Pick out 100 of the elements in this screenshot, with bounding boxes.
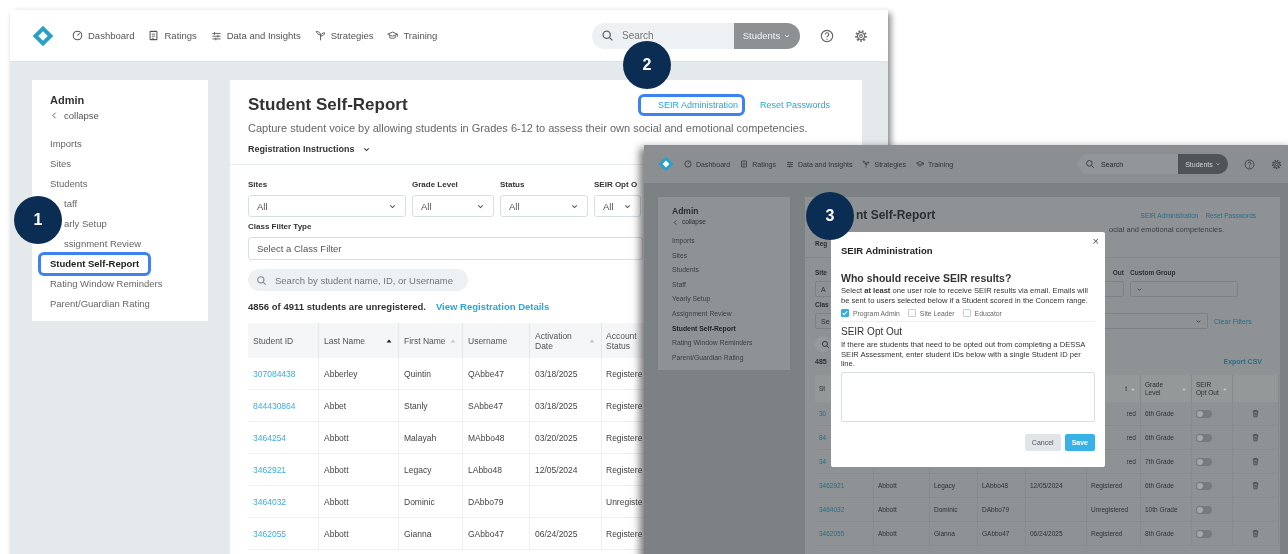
table-cell: Gianna <box>404 528 432 539</box>
sidebar-item[interactable]: Students <box>50 174 88 194</box>
sort-arrow-icon <box>1130 385 1136 392</box>
table-cell: Abbott <box>324 496 349 507</box>
filter-label: Sites <box>248 179 268 191</box>
sort-arrow-icon <box>1181 385 1187 392</box>
student-search-field[interactable] <box>815 336 831 352</box>
student-search-field[interactable]: Search by student name, ID, or Username <box>248 269 468 291</box>
sidebar-item[interactable]: taff <box>64 194 78 214</box>
sidebar-item[interactable]: ssignment Review <box>64 234 142 254</box>
filter-select[interactable]: All <box>500 195 588 217</box>
instructions-toggle[interactable]: Registration Instructions <box>248 142 371 156</box>
page-title: nt Self-Report <box>856 207 936 223</box>
table-cell: Registere <box>606 528 643 539</box>
opt-out-toggle[interactable] <box>1196 529 1212 538</box>
nav-link[interactable]: Training <box>387 30 438 41</box>
sidebar-item[interactable]: arly Setup <box>64 214 107 234</box>
close-button[interactable]: × <box>1092 235 1099 247</box>
registration-details-link[interactable]: View Registration Details <box>435 301 550 313</box>
table-cell: 03/20/2025 <box>535 432 578 443</box>
search-input[interactable]: Search <box>622 30 662 41</box>
sort-arrow-icon <box>1222 385 1228 392</box>
nav-link[interactable]: Data and Insights <box>210 30 301 41</box>
sidebar-title: Admin <box>672 206 700 217</box>
table-cell: Registere <box>606 368 643 379</box>
sliders-icon <box>210 30 222 41</box>
student-ids-input[interactable] <box>841 371 1095 422</box>
clipboard-icon <box>740 160 749 168</box>
help-icon[interactable] <box>820 28 834 43</box>
filter-label: SEIR Opt O <box>594 179 638 191</box>
table-cell: 12/05/2024 <box>535 464 578 475</box>
registration-summary: 4856 of 4911 students are unregistered. <box>248 301 426 313</box>
filter-select[interactable]: All <box>412 195 494 217</box>
help-icon[interactable] <box>1244 158 1255 170</box>
settings-icon[interactable] <box>854 28 868 43</box>
settings-icon[interactable] <box>1271 158 1282 170</box>
sidebar-item[interactable]: Imports <box>50 134 82 154</box>
scope-dropdown[interactable]: Students <box>734 22 800 49</box>
filter-label: Class Filter Type <box>248 221 312 233</box>
column-header[interactable]: First Name <box>398 323 463 358</box>
search-icon <box>256 274 267 286</box>
logo-icon[interactable] <box>32 24 54 47</box>
checkbox[interactable] <box>962 309 971 317</box>
check-icon <box>841 309 849 317</box>
student-id-link[interactable]: 3464254 <box>253 432 287 443</box>
column-header[interactable]: Username <box>462 323 530 358</box>
table-cell: Abberley <box>324 368 358 379</box>
trash-icon[interactable] <box>1251 456 1260 466</box>
table-cell: GAbbo47 <box>468 528 504 539</box>
clipboard-icon <box>148 30 160 41</box>
nav-link[interactable]: Dashboard <box>72 30 135 41</box>
student-search-input[interactable]: Search by student name, ID, or Username <box>275 274 465 286</box>
filter-select[interactable]: All <box>248 195 406 217</box>
sidebar-item[interactable]: Sites <box>50 154 72 174</box>
opt-out-toggle[interactable] <box>1196 457 1212 466</box>
sidebar-item[interactable]: Rating Window Reminders <box>50 274 163 294</box>
chevron-down-icon <box>1214 161 1221 167</box>
opt-out-toggle[interactable] <box>1196 409 1212 418</box>
graduation-cap-icon <box>387 30 399 41</box>
class-filter-select[interactable]: Select a Class Filter <box>248 237 643 260</box>
collapse-link[interactable]: collapse <box>50 108 190 123</box>
trash-icon[interactable] <box>1251 480 1260 490</box>
table-cell: Legacy <box>404 464 432 475</box>
table-cell: 03/18/2025 <box>535 368 578 379</box>
table-cell: Dominic <box>404 496 435 507</box>
sprout-icon <box>862 160 871 168</box>
table-cell: SAbbe47 <box>468 400 503 411</box>
nav-link[interactable]: Ratings <box>148 30 197 41</box>
table-cell: Abbet <box>324 400 347 411</box>
table-cell: Abbott <box>324 464 349 475</box>
trash-icon[interactable] <box>1251 408 1260 418</box>
student-id-link[interactable]: 844430864 <box>253 400 296 411</box>
table-cell: QAbbe47 <box>468 368 504 379</box>
checkbox[interactable] <box>907 309 916 317</box>
header-link[interactable]: Reset Passwords <box>748 94 841 116</box>
table-cell: Registere <box>606 400 643 411</box>
trash-icon[interactable] <box>1251 432 1260 442</box>
filter-label: Status <box>500 179 525 191</box>
search-field[interactable]: Search <box>592 22 734 49</box>
column-header[interactable]: Last Name <box>318 323 399 358</box>
table-cell: Abbott <box>324 432 349 443</box>
filter-select[interactable] <box>1130 281 1238 297</box>
logo-icon[interactable] <box>658 156 674 172</box>
student-id-link[interactable]: 3462055 <box>253 528 287 539</box>
nav-link[interactable]: Strategies <box>314 30 374 41</box>
column-header[interactable]: Student ID <box>248 323 319 358</box>
sidebar-item[interactable]: Parent/Guardian Rating <box>50 294 150 314</box>
opt-out-toggle[interactable] <box>1196 481 1212 490</box>
student-id-link[interactable]: 3462921 <box>253 464 287 475</box>
opt-out-toggle[interactable] <box>1196 505 1212 514</box>
filter-select[interactable]: All <box>594 195 641 217</box>
sidebar-item[interactable]: Student Self-Report <box>38 252 152 276</box>
opt-out-toggle[interactable] <box>1196 433 1212 442</box>
header-link[interactable]: SEIR Administration <box>637 94 745 116</box>
trash-icon[interactable] <box>1251 528 1260 538</box>
checkbox[interactable] <box>841 309 849 317</box>
student-id-link[interactable]: 307084438 <box>253 368 296 379</box>
chevron-down-icon <box>1195 317 1202 325</box>
column-header[interactable]: Activation Date <box>529 323 602 358</box>
student-id-link[interactable]: 3464032 <box>253 496 287 507</box>
